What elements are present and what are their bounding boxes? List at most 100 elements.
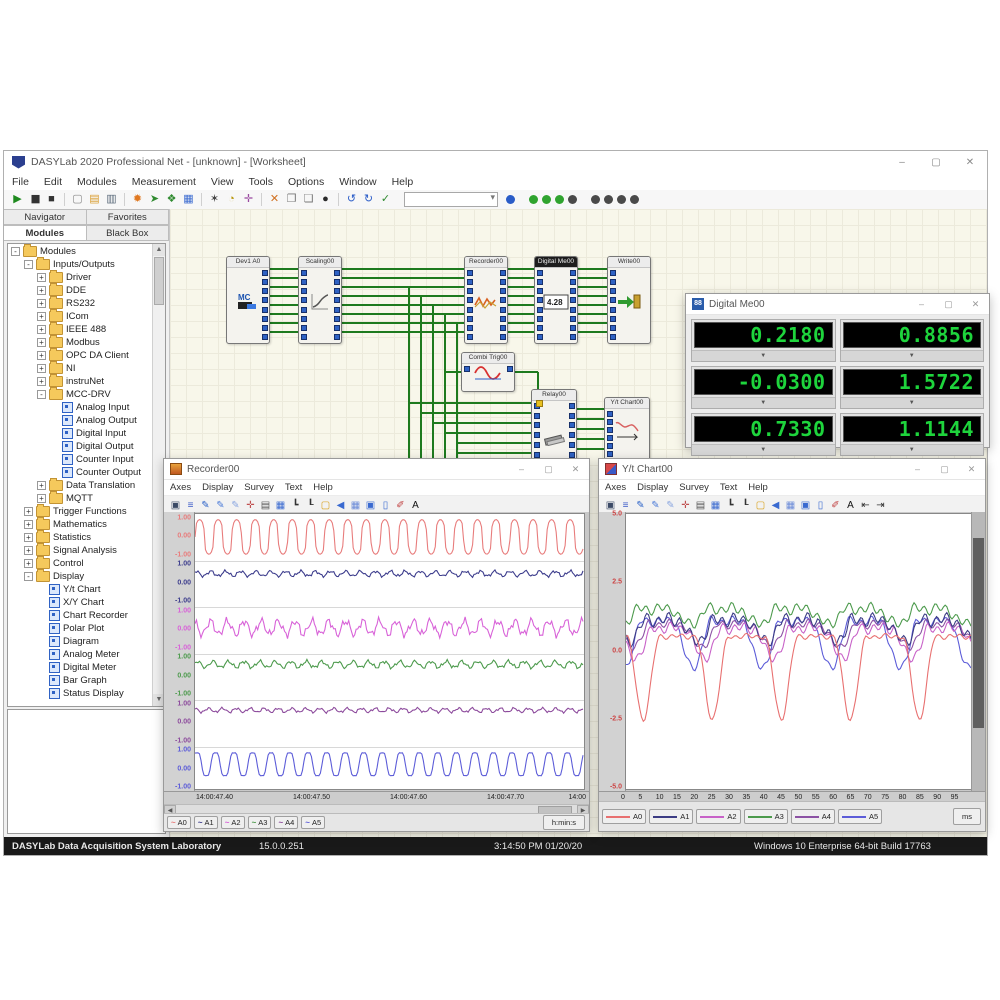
ytchart-channel-button-a0[interactable]: A0	[602, 809, 646, 824]
tree-expander-icon[interactable]: +	[37, 299, 46, 308]
meter-dropdown[interactable]: ▼	[841, 444, 984, 455]
recorder-menu-axes[interactable]: Axes	[170, 482, 191, 493]
tree-item-inputs-outputs[interactable]: -Inputs/Outputs	[8, 258, 153, 271]
tree-expander-icon[interactable]: +	[37, 312, 46, 321]
stop-icon[interactable]: ■	[43, 191, 60, 208]
menu-window[interactable]: Window	[339, 176, 376, 188]
tree-item-polar-plot[interactable]: Polar Plot	[8, 622, 153, 635]
menu-edit[interactable]: Edit	[44, 176, 62, 188]
tree-expander-icon[interactable]: -	[24, 572, 33, 581]
bar-icon[interactable]: ▯	[378, 497, 393, 514]
indicator-dot-icon[interactable]	[542, 195, 551, 204]
open-worksheet-icon[interactable]: ▤	[86, 191, 103, 208]
tree-item-chart-recorder[interactable]: Chart Recorder	[8, 609, 153, 622]
text-icon[interactable]: A	[843, 497, 858, 514]
tree-item-analog-meter[interactable]: Analog Meter	[8, 648, 153, 661]
recorder-channel-button-a2[interactable]: ~A2	[221, 816, 245, 829]
tree-item-y-t-chart[interactable]: Y/t Chart	[8, 583, 153, 596]
zoom-pen-2-icon[interactable]: ✎	[213, 497, 228, 514]
ytchart-channel-button-a5[interactable]: A5	[838, 809, 882, 824]
tree-expander-icon[interactable]: +	[37, 364, 46, 373]
meter-dropdown[interactable]: ▼	[692, 350, 835, 361]
zoom-pen-3-icon[interactable]: ✎	[663, 497, 678, 514]
zoom-pen-2-icon[interactable]: ✎	[648, 497, 663, 514]
copy-display-icon[interactable]: ▦	[273, 497, 288, 514]
tree-item-modbus[interactable]: +Modbus	[8, 336, 153, 349]
meter-maximize-button[interactable]: ▢	[935, 294, 962, 314]
start-layout-icon[interactable]: ✹	[129, 191, 146, 208]
recorder-menu-display[interactable]: Display	[202, 482, 233, 493]
zoom-pen-icon[interactable]: ✎	[633, 497, 648, 514]
menu-view[interactable]: View	[211, 176, 234, 188]
brush-icon[interactable]: ✐	[828, 497, 843, 514]
tree-expander-icon[interactable]: +	[37, 338, 46, 347]
recorder-menu-text[interactable]: Text	[285, 482, 302, 493]
tree-expander-icon[interactable]: +	[37, 494, 46, 503]
ytchart-menu-survey[interactable]: Survey	[679, 482, 709, 493]
menu-measurement[interactable]: Measurement	[132, 176, 196, 188]
tree-item-display[interactable]: -Display	[8, 570, 153, 583]
tab-modules[interactable]: Modules	[4, 225, 87, 241]
tree-expander-icon[interactable]: +	[37, 286, 46, 295]
clock-icon[interactable]: ◔	[223, 191, 240, 208]
lines-icon[interactable]: ≡	[183, 497, 198, 514]
worksheet-module-write00[interactable]: Write00	[607, 256, 651, 344]
indicator-dot-icon[interactable]	[604, 195, 613, 204]
axes-corner-2-icon[interactable]: ┖	[303, 497, 318, 514]
save-worksheet-icon[interactable]: ▥	[103, 191, 120, 208]
indicator-dot-icon[interactable]	[591, 195, 600, 204]
indicator-dot-icon[interactable]	[529, 195, 538, 204]
indicator-dot-icon[interactable]	[617, 195, 626, 204]
scroll-thumb[interactable]	[154, 257, 164, 305]
tree-item-mathematics[interactable]: +Mathematics	[8, 518, 153, 531]
disp-setup-icon[interactable]: ▣	[168, 497, 183, 514]
fit-left-icon[interactable]: ⇤	[858, 497, 873, 514]
recorder-channel-button-a3[interactable]: ~A3	[248, 816, 272, 829]
tree-item-digital-output[interactable]: Digital Output	[8, 440, 153, 453]
tree-expander-icon[interactable]: -	[24, 260, 33, 269]
ytchart-channel-button-a1[interactable]: A1	[649, 809, 693, 824]
tree-item-x-y-chart[interactable]: X/Y Chart	[8, 596, 153, 609]
worksheet-module-y-t-chart00[interactable]: Y/t Chart00	[604, 397, 650, 461]
recorder-time-unit-button[interactable]: h:min:s	[543, 815, 585, 830]
tree-expander-icon[interactable]: +	[24, 533, 33, 542]
tree-item-driver[interactable]: +Driver	[8, 271, 153, 284]
recorder-channel-button-a5[interactable]: ~A5	[301, 816, 325, 829]
save-display-icon[interactable]: ▤	[693, 497, 708, 514]
close-button[interactable]: ✕	[953, 151, 987, 173]
fit-right-icon[interactable]: ⇥	[873, 497, 888, 514]
worksheet-browser-icon[interactable]: ❖	[163, 191, 180, 208]
tab-favorites[interactable]: Favorites	[87, 209, 170, 225]
tree-item-control[interactable]: +Control	[8, 557, 153, 570]
axes-corner-icon[interactable]: ┗	[288, 497, 303, 514]
cursor-cross-icon[interactable]: ✛	[678, 497, 693, 514]
tree-item-signal-analysis[interactable]: +Signal Analysis	[8, 544, 153, 557]
undo-icon[interactable]: ↺	[343, 191, 360, 208]
indicator-dot-icon[interactable]	[568, 195, 577, 204]
tree-item-analog-output[interactable]: Analog Output	[8, 414, 153, 427]
menu-help[interactable]: Help	[392, 176, 414, 188]
pause-icon[interactable]: ▮▮	[26, 191, 43, 208]
tree-expander-icon[interactable]: +	[37, 481, 46, 490]
menu-modules[interactable]: Modules	[77, 176, 117, 188]
meter-close-button[interactable]: ✕	[962, 294, 989, 314]
worksheet-select-combo[interactable]	[404, 192, 498, 207]
recorder-minimize-button[interactable]: –	[508, 459, 535, 479]
ytchart-menu-help[interactable]: Help	[748, 482, 768, 493]
frame-icon[interactable]: ▣	[798, 497, 813, 514]
meter-minimize-button[interactable]: –	[908, 294, 935, 314]
recorder-close-button[interactable]: ✕	[562, 459, 589, 479]
paper-icon[interactable]: ▢	[753, 497, 768, 514]
ytchart-channel-button-a4[interactable]: A4	[791, 809, 835, 824]
ytchart-maximize-button[interactable]: ▢	[931, 459, 958, 479]
tree-item-bar-graph[interactable]: Bar Graph	[8, 674, 153, 687]
tree-item-icom[interactable]: +ICom	[8, 310, 153, 323]
cursor-left-icon[interactable]: ◀	[333, 497, 348, 514]
tab-navigator[interactable]: Navigator	[4, 209, 87, 225]
bar-icon[interactable]: ▯	[813, 497, 828, 514]
indicator-dot-icon[interactable]	[555, 195, 564, 204]
indicator-dot-icon[interactable]	[506, 195, 515, 204]
new-worksheet-icon[interactable]: ▢	[69, 191, 86, 208]
copy-display-icon[interactable]: ▦	[708, 497, 723, 514]
tree-item-digital-input[interactable]: Digital Input	[8, 427, 153, 440]
